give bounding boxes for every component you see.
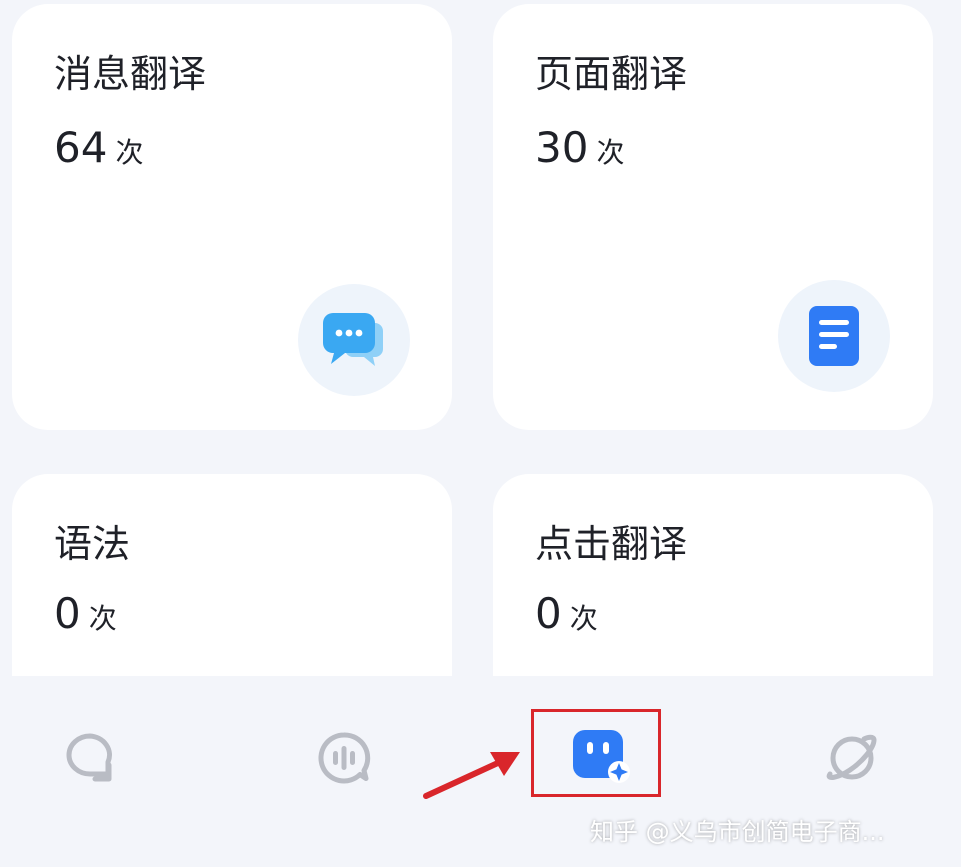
card-title: 语法 (54, 522, 131, 566)
count-value: 0 (535, 589, 562, 638)
chat-icon (66, 733, 112, 782)
card-count: 64 次 (54, 120, 143, 185)
count-value: 0 (54, 589, 81, 638)
count-value: 30 (535, 123, 589, 172)
nav-chat[interactable] (60, 728, 120, 788)
voice-icon (318, 732, 371, 784)
planet-icon (826, 734, 877, 780)
card-count: 0次 (535, 586, 598, 651)
count-unit: 次 (115, 136, 144, 169)
document-icon (778, 280, 890, 392)
card-count: 0次 (54, 586, 117, 651)
chat-bubble-icon (298, 284, 410, 396)
count-unit: 次 (88, 602, 117, 635)
annotation-highlight-box (531, 709, 661, 797)
count-value: 64 (54, 123, 108, 172)
page-translation-card[interactable]: 页面翻译 30 次 (493, 4, 933, 430)
nav-voice[interactable] (314, 728, 374, 788)
count-unit: 次 (596, 136, 625, 169)
card-count: 30 次 (535, 120, 624, 185)
card-title: 消息翻译 (54, 52, 207, 96)
nav-discover[interactable] (822, 728, 882, 788)
annotation-arrow-icon (423, 752, 520, 799)
watermark-text: 知乎 @义乌市创简电子商... (590, 818, 885, 846)
count-unit: 次 (569, 602, 598, 635)
message-translation-card[interactable]: 消息翻译 64 次 (12, 4, 452, 430)
card-title: 点击翻译 (535, 522, 688, 566)
card-title: 页面翻译 (535, 52, 688, 96)
